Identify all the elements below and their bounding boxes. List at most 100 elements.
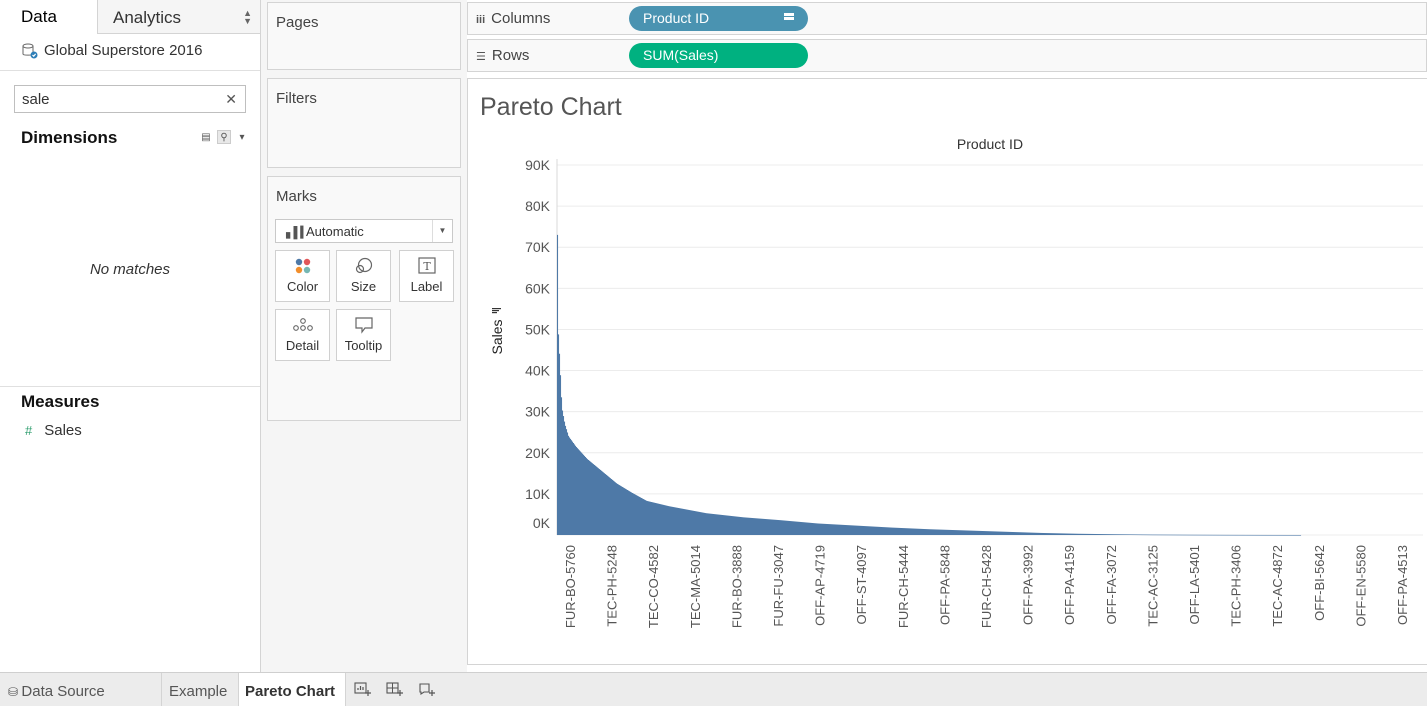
bar (627, 489, 629, 535)
bar (718, 514, 720, 535)
bar (1000, 531, 1002, 535)
color-button[interactable]: Color (275, 250, 330, 302)
bar (648, 501, 650, 535)
bar (742, 517, 744, 535)
columns-pill[interactable]: Product ID ▬ ▬ (629, 6, 808, 31)
bar (762, 518, 764, 535)
bar (787, 520, 789, 535)
bar (802, 522, 804, 535)
tab-data-source[interactable]: ⛁ Data Source (0, 673, 162, 706)
bar (986, 531, 988, 535)
list-view-icon[interactable]: ▤ (199, 130, 213, 144)
tab-example[interactable]: Example (162, 673, 239, 706)
x-tick-label: FUR-CH-5428 (979, 545, 994, 628)
bar (665, 505, 667, 535)
pages-shelf[interactable]: Pages (267, 2, 461, 70)
pareto-chart[interactable]: Product ID 0K 10K 20K 30K 40K 50K 60K 70K 80K 90K S… (468, 79, 1426, 664)
bar (966, 530, 968, 535)
bar (575, 445, 577, 535)
bar (817, 523, 819, 535)
tab-analytics[interactable]: Analytics ▲ ▼ (97, 0, 260, 34)
bar (1003, 531, 1005, 535)
bar (1175, 534, 1177, 536)
bar (849, 525, 851, 535)
bar (874, 526, 876, 535)
new-dashboard-icon[interactable] (384, 681, 406, 699)
bar (993, 531, 995, 535)
size-button[interactable]: Size (336, 250, 391, 302)
bar (952, 530, 954, 535)
new-story-icon[interactable] (416, 681, 438, 699)
bar (914, 528, 916, 535)
bar (1013, 532, 1015, 535)
rows-pill[interactable]: SUM(Sales) (629, 43, 808, 68)
bar (1298, 534, 1300, 536)
bar (613, 480, 615, 535)
y-tick-label: 10K (525, 486, 551, 502)
columns-shelf-label: iii Columns (476, 10, 550, 27)
bar (960, 530, 962, 535)
bar (1216, 534, 1218, 536)
new-worksheet-icon[interactable] (352, 681, 374, 699)
bar (1083, 533, 1085, 535)
datasource-item[interactable]: Global Superstore 2016 (22, 42, 202, 59)
search-icon[interactable]: ⚲ (217, 130, 231, 144)
bar (871, 526, 873, 535)
bar (1102, 534, 1104, 535)
y-axis-title: Sales (489, 319, 505, 354)
bar (1060, 533, 1062, 535)
bar (1290, 534, 1292, 536)
bar (983, 531, 985, 535)
bar (968, 530, 970, 535)
label-button[interactable]: T Label (399, 250, 454, 302)
tab-data[interactable]: Data (0, 0, 97, 34)
bar (713, 514, 715, 535)
bar (633, 493, 635, 535)
columns-shelf[interactable]: iii Columns Product ID ▬ ▬ (467, 2, 1427, 35)
x-tick-label: OFF-LA-5401 (1187, 545, 1202, 624)
bar (1141, 534, 1143, 536)
clear-search-icon[interactable]: ✕ (225, 91, 237, 108)
bar (950, 529, 952, 535)
mark-type-dropdown[interactable]: ▖▌▍ Automatic ▼ (275, 219, 453, 243)
bar (873, 526, 875, 535)
bar (733, 516, 735, 535)
rows-shelf[interactable]: ☰ Rows SUM(Sales) (467, 39, 1427, 72)
bar (1272, 534, 1274, 536)
tab-pareto-chart[interactable]: Pareto Chart (239, 673, 346, 706)
bar (620, 485, 622, 535)
search-input[interactable]: sale ✕ (14, 85, 246, 113)
bar (814, 523, 816, 535)
bar (1146, 534, 1148, 536)
bar (1145, 534, 1147, 536)
y-tick-label: 70K (525, 239, 551, 255)
bar (1088, 533, 1090, 535)
bar (1284, 534, 1286, 536)
bar (1108, 534, 1110, 535)
bar (678, 507, 680, 535)
bar (939, 529, 941, 535)
bar (798, 521, 800, 535)
bar (601, 470, 603, 535)
bar (1283, 534, 1285, 536)
bar (919, 528, 921, 535)
bar (908, 528, 910, 535)
bar (664, 505, 666, 535)
tooltip-button[interactable]: Tooltip (336, 309, 391, 361)
bar (831, 524, 833, 535)
bar (1263, 534, 1265, 536)
bar (799, 521, 801, 535)
bar (1155, 534, 1157, 536)
measure-field-sales[interactable]: # Sales (25, 422, 82, 439)
bar (796, 521, 798, 535)
dropdown-icon[interactable]: ▾ (235, 130, 249, 144)
filters-shelf[interactable]: Filters (267, 78, 461, 168)
detail-button[interactable]: Detail (275, 309, 330, 361)
bar (1041, 532, 1043, 535)
bar (934, 529, 936, 535)
marks-card-title: Marks (276, 188, 317, 205)
bar (1205, 534, 1207, 536)
bar (870, 526, 872, 535)
bar (897, 527, 899, 535)
bar (862, 525, 864, 535)
